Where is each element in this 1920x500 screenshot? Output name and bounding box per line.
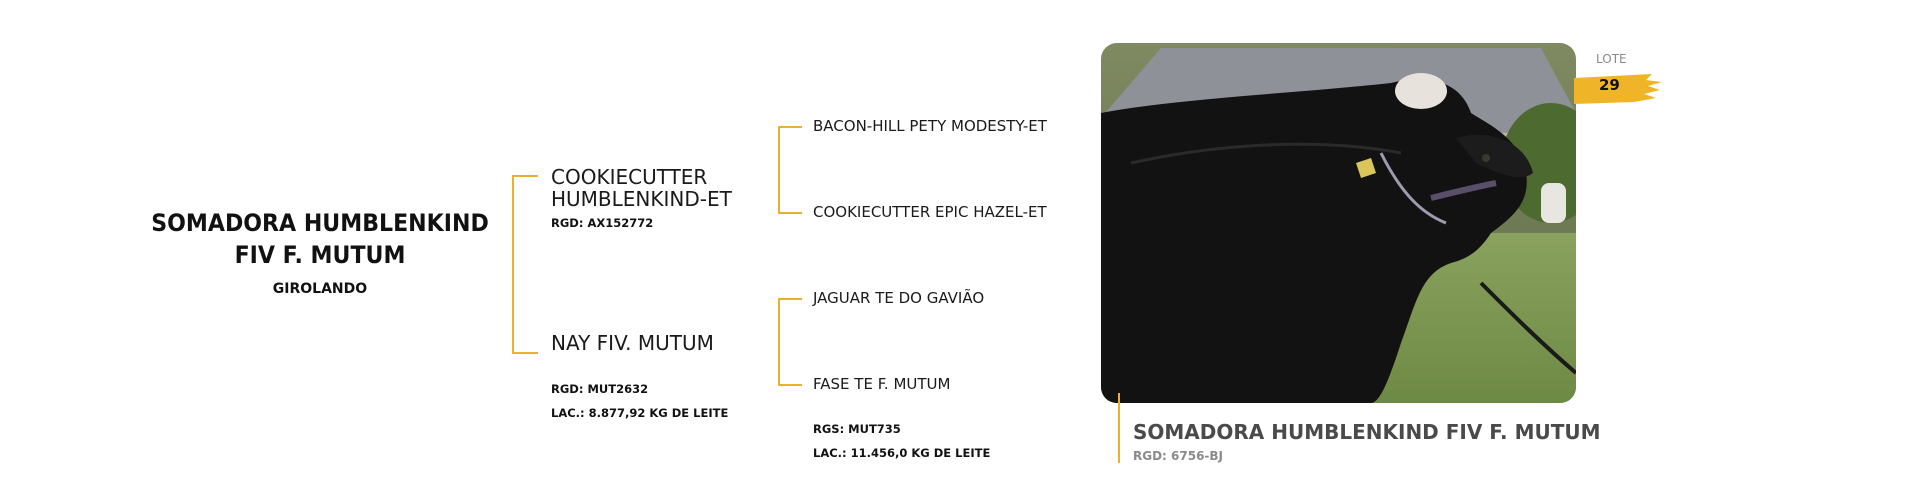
animal-name-line2: FIV F. MUTUM bbox=[234, 241, 406, 269]
lote-number: 29 bbox=[1599, 76, 1620, 94]
dam-sire-name: JAGUAR TE DO GAVIÃO bbox=[813, 289, 985, 307]
caption-accent-line bbox=[1118, 393, 1120, 463]
dam-dam-rgs: RGS: MUT735 bbox=[813, 422, 901, 436]
lote-label: LOTE bbox=[1596, 52, 1627, 66]
caption-animal-name: SOMADORA HUMBLENKIND FIV F. MUTUM bbox=[1133, 420, 1601, 444]
sire-rgd: RGD: AX152772 bbox=[551, 216, 654, 230]
animal-photo bbox=[1101, 43, 1576, 403]
dam-name: NAY FIV. MUTUM bbox=[551, 331, 714, 355]
sire-side-bracket-vertical bbox=[778, 126, 780, 214]
dam-dam-name: FASE TE F. MUTUM bbox=[813, 375, 951, 393]
sire-name-line1: COOKIECUTTER bbox=[551, 165, 708, 189]
dam-rgd: RGD: MUT2632 bbox=[551, 382, 649, 396]
caption-rgd: RGD: 6756-BJ bbox=[1133, 449, 1224, 463]
sire-dam-name: COOKIECUTTER EPIC HAZEL-ET bbox=[813, 203, 1047, 221]
sire-sire-name: BACON-HILL PETY MODESTY-ET bbox=[813, 117, 1047, 135]
sire-name-line2: HUMBLENKIND-ET bbox=[551, 187, 732, 211]
dam-side-bracket-top bbox=[778, 298, 802, 300]
dam-side-bracket-vertical bbox=[778, 298, 780, 386]
dam-side-bracket-bottom bbox=[778, 384, 802, 386]
parent-bracket-top bbox=[512, 175, 538, 177]
sire-side-bracket-top bbox=[778, 126, 802, 128]
sire-name: COOKIECUTTER HUMBLENKIND-ET bbox=[551, 166, 732, 210]
dam-dam-lac: LAC.: 11.456,0 KG DE LEITE bbox=[813, 446, 991, 460]
animal-name: SOMADORA HUMBLENKIND FIV F. MUTUM bbox=[136, 207, 504, 271]
sire-side-bracket-bottom bbox=[778, 212, 802, 214]
dam-lac: LAC.: 8.877,92 KG DE LEITE bbox=[551, 406, 729, 420]
animal-name-line1: SOMADORA HUMBLENKIND bbox=[151, 209, 489, 237]
parent-bracket-bottom bbox=[512, 352, 538, 354]
parent-bracket-vertical bbox=[512, 175, 514, 354]
animal-breed: GIROLANDO bbox=[272, 281, 368, 297]
